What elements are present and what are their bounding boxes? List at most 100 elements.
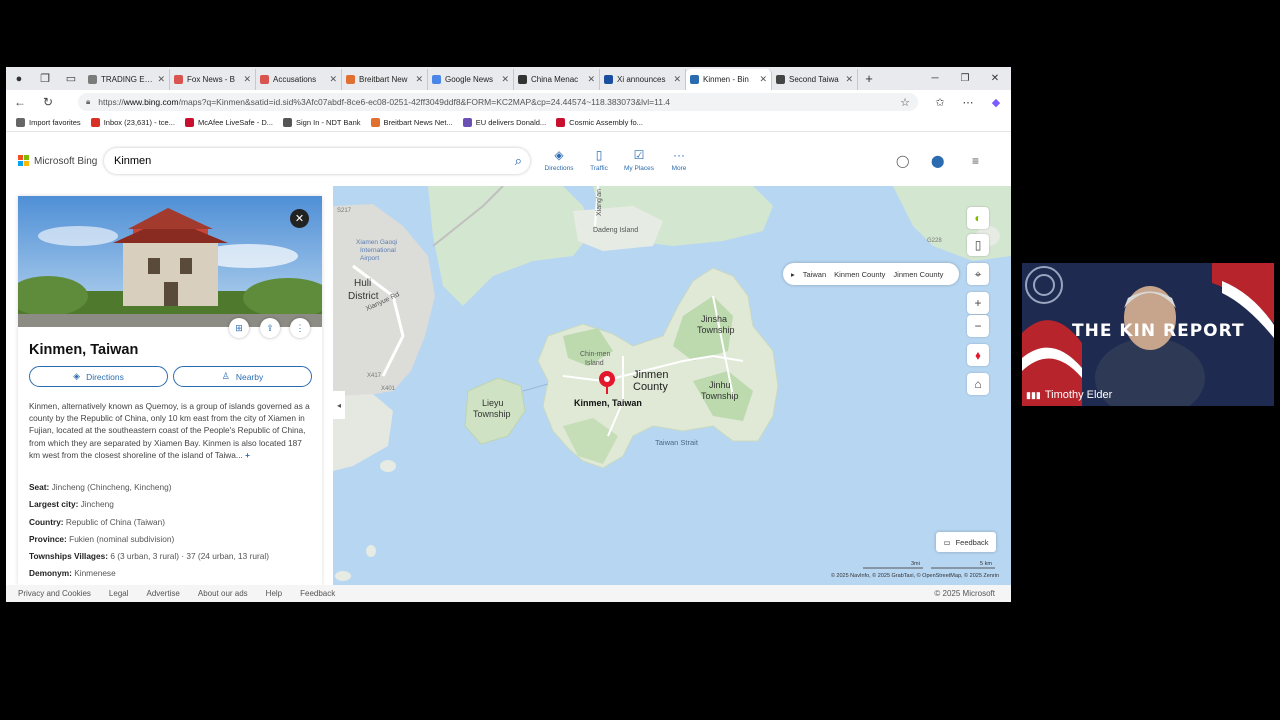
restore-icon[interactable]: ❐: [950, 67, 980, 90]
minimize-icon[interactable]: ─: [920, 67, 950, 90]
browser-tab[interactable]: Accusations ✕: [256, 69, 342, 90]
header-tool-my-places[interactable]: ☑ My Places: [619, 148, 659, 172]
breadcrumb-arrow-icon: ▸: [791, 269, 795, 279]
more-options-icon[interactable]: ⋮: [290, 318, 310, 338]
browser-tab[interactable]: Google News ✕: [428, 69, 514, 90]
tab-close-icon[interactable]: ✕: [415, 74, 423, 85]
zoom-out-icon[interactable]: −: [967, 315, 989, 337]
directions-button[interactable]: ◈ Directions: [29, 366, 168, 387]
breadcrumb-item[interactable]: Kinmen County: [834, 270, 885, 279]
browser-tab[interactable]: Kinmen - Bin ✕: [686, 69, 772, 90]
favorite-star-icon[interactable]: ☆: [893, 90, 917, 114]
favorite-link[interactable]: Import favorites: [16, 118, 81, 127]
tab-close-icon[interactable]: ✕: [673, 74, 681, 85]
map-label-jinmen: Jinmen: [633, 369, 668, 381]
favorite-favicon-icon: [283, 118, 293, 127]
scale-label-mi: 3mi: [911, 561, 920, 567]
tab-close-icon[interactable]: ✕: [759, 74, 767, 85]
footer-link[interactable]: Legal: [109, 589, 129, 598]
bing-header: Microsoft Bing ⌕ ◈ Directions ▯ Traffic ☑ My …: [6, 132, 1011, 186]
compass-icon[interactable]: ⬧: [967, 344, 989, 366]
footer-link[interactable]: Advertise: [147, 589, 180, 598]
workspaces-icon[interactable]: ❐: [32, 67, 58, 90]
map-label-strait: Taiwan Strait: [655, 438, 699, 447]
tab-label: Accusations: [273, 75, 317, 84]
map-label-jinhu: Jinhu: [709, 380, 731, 390]
fact-key: Largest city:: [29, 499, 79, 510]
copilot-icon[interactable]: ◆: [984, 90, 1008, 114]
browser-tab[interactable]: TRADING ECO ✕: [84, 69, 170, 90]
place-description: Kinmen, alternatively known as Quemoy, i…: [29, 400, 314, 461]
favorite-link[interactable]: Inbox (23,631) - tce...: [90, 118, 175, 127]
favorites-icon[interactable]: ✩: [928, 90, 952, 114]
tab-close-icon[interactable]: ✕: [587, 74, 595, 85]
browser-tab[interactable]: Xi announces ✕: [600, 69, 686, 90]
building-photo-graphic: [18, 196, 322, 327]
browser-tab[interactable]: Breitbart New ✕: [342, 69, 428, 90]
fact-row: Townships Villages: 6 (3 urban, 3 rural)…: [29, 548, 314, 565]
refresh-icon[interactable]: ↻: [34, 95, 62, 109]
bing-logo[interactable]: Microsoft Bing: [18, 155, 97, 167]
header-tool-directions[interactable]: ◈ Directions: [539, 148, 579, 172]
close-window-icon[interactable]: ✕: [980, 67, 1010, 90]
favorite-link[interactable]: Cosmic Assembly fo...: [556, 118, 643, 127]
fact-key: Seat:: [29, 482, 50, 492]
url-field[interactable]: 🔒︎ https://www.bing.com/maps?q=Kinmen&sa…: [78, 93, 918, 111]
tab-close-icon[interactable]: ✕: [501, 74, 509, 85]
profile-icon[interactable]: ●: [6, 67, 32, 90]
map-label-dadeng: Dadeng Island: [593, 227, 638, 234]
save-place-icon[interactable]: ⊞: [229, 318, 249, 338]
tab-close-icon[interactable]: ✕: [329, 74, 337, 85]
favorite-link[interactable]: Breitbart News Net...: [370, 118, 453, 127]
nearby-button[interactable]: ♙ Nearby: [173, 366, 312, 387]
favorite-link[interactable]: McAfee LiveSafe - D...: [184, 118, 273, 127]
rewards-icon[interactable]: ⬤: [931, 154, 944, 168]
fact-value: Fukien (nominal subdivision): [69, 533, 175, 544]
tab-close-icon[interactable]: ✕: [157, 74, 165, 85]
favorite-link[interactable]: EU delivers Donald...: [462, 118, 546, 127]
road-shield-x417: X417: [367, 373, 382, 379]
map-style-icon[interactable]: ◐: [967, 207, 989, 229]
tab-close-icon[interactable]: ✕: [845, 74, 853, 85]
zoom-in-icon[interactable]: +: [967, 292, 989, 314]
tab-label: China Menac: [531, 75, 579, 84]
footer-link[interactable]: Help: [266, 589, 282, 598]
location-breadcrumb[interactable]: ▸ Taiwan Kinmen County Jinmen County: [783, 263, 960, 285]
street-view-icon[interactable]: ⌂: [967, 373, 989, 395]
search-input[interactable]: [112, 154, 492, 168]
traffic-layer-icon[interactable]: ▯: [967, 234, 989, 256]
favorite-link[interactable]: Sign In - NDT Bank: [283, 118, 361, 127]
breadcrumb-item[interactable]: Taiwan: [803, 270, 826, 279]
browser-tab[interactable]: China Menac ✕: [514, 69, 600, 90]
footer-link[interactable]: About our ads: [198, 589, 248, 598]
map-feedback-button[interactable]: ▭ Feedback: [936, 532, 996, 552]
browser-tab[interactable]: Second Taiwa ✕: [772, 69, 858, 90]
header-tool-more[interactable]: ··· More: [659, 148, 699, 172]
map-label-kinmen: Kinmen, Taiwan: [574, 398, 642, 408]
close-panel-button[interactable]: ✕: [290, 209, 309, 228]
breadcrumb-item[interactable]: Jinmen County: [893, 270, 943, 279]
footer-link[interactable]: Privacy and Cookies: [18, 589, 91, 598]
browser-tab[interactable]: Fox News - B ✕: [170, 69, 256, 90]
place-photo[interactable]: [18, 196, 322, 327]
map-canvas[interactable]: Huli District Xianyue Rd Xiamen Gaoqi In…: [333, 186, 1011, 585]
collapse-panel-icon[interactable]: ◂: [333, 391, 345, 419]
new-tab-button[interactable]: +: [858, 71, 880, 86]
back-icon[interactable]: ←: [6, 95, 34, 109]
footer-copyright: © 2025 Microsoft: [934, 589, 995, 598]
locate-me-icon[interactable]: ⌖: [967, 263, 989, 285]
expand-description-button[interactable]: +: [245, 450, 250, 460]
footer-link[interactable]: Feedback: [300, 589, 335, 598]
nearby-label: Nearby: [235, 371, 264, 382]
account-icon[interactable]: ◯: [896, 154, 909, 168]
header-tool-traffic[interactable]: ▯ Traffic: [579, 148, 619, 172]
tab-close-icon[interactable]: ✕: [243, 74, 251, 85]
search-icon[interactable]: ⌕: [515, 153, 522, 169]
location-pin-dot: [604, 376, 610, 382]
tab-favicon-icon: [604, 75, 613, 84]
tab-actions-icon[interactable]: ▭: [58, 67, 84, 90]
hamburger-menu-icon[interactable]: ≡: [972, 154, 979, 168]
more-menu-icon[interactable]: ⋯: [956, 90, 980, 114]
fact-value: Republic of China (Taiwan): [65, 516, 166, 527]
share-icon[interactable]: ⇪: [260, 318, 280, 338]
